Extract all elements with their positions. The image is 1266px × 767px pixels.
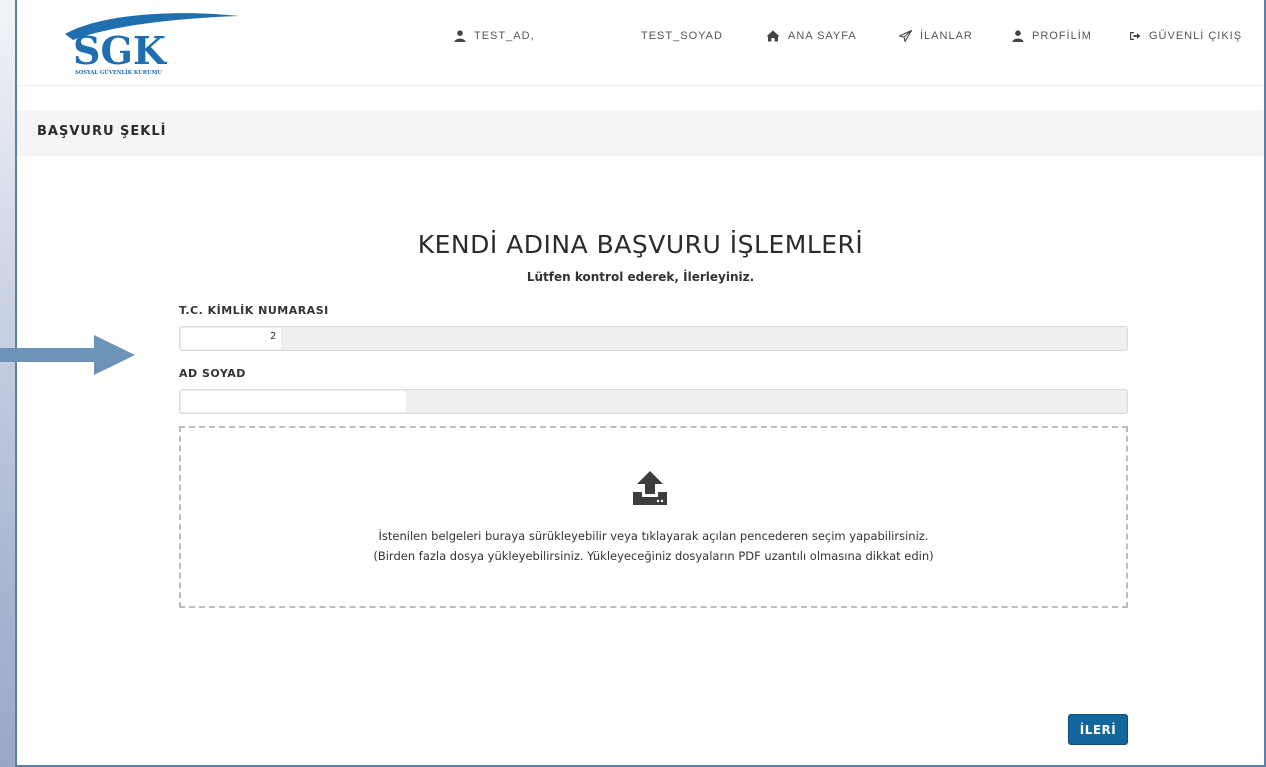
- arrow-right-icon: [0, 335, 135, 375]
- name-surname-field[interactable]: [179, 389, 1128, 414]
- nav-user-surname: TEST_SOYAD: [641, 30, 723, 42]
- nav-profile-label: PROFİLİM: [1032, 30, 1092, 42]
- tc-number-value: 2: [270, 331, 277, 342]
- top-header: SGK SOSYAL GÜVENLİK KURUMU TEST_AD, TEST…: [17, 0, 1264, 86]
- page-subtitle: Lütfen kontrol ederek, İlerleyiniz.: [526, 270, 755, 284]
- user-first-name: TEST_AD,: [474, 30, 535, 42]
- nav-profile[interactable]: PROFİLİM: [1012, 30, 1092, 42]
- dropzone-instructions: İstenilen belgeleri buraya sürükleyebili…: [378, 529, 929, 543]
- nav-ilanlar-label: İLANLAR: [920, 30, 973, 42]
- desktop-backdrop: [0, 0, 16, 767]
- file-dropzone[interactable]: İstenilen belgeleri buraya sürükleyebili…: [179, 426, 1128, 608]
- tc-number-label: T.C. KİMLİK NUMARASI: [179, 304, 329, 317]
- nav-ilanlar[interactable]: İLANLAR: [899, 30, 973, 42]
- nav-logout-label: GÜVENLİ ÇIKIŞ: [1149, 30, 1243, 42]
- page-title: KENDİ ADINA BAŞVURU İŞLEMLERİ: [417, 230, 864, 259]
- dropzone-note: (Birden fazla dosya yükleyebilirsiniz. Y…: [373, 549, 934, 563]
- user-icon: [1012, 30, 1024, 42]
- redacted-area: [181, 328, 281, 349]
- next-button[interactable]: İLERİ: [1068, 714, 1128, 745]
- upload-icon: [633, 471, 667, 505]
- paper-plane-icon: [899, 30, 912, 42]
- home-icon: [766, 30, 780, 42]
- sign-out-icon: [1130, 32, 1141, 40]
- nav-home[interactable]: ANA SAYFA: [766, 30, 857, 42]
- logo-subtext: SOSYAL GÜVENLİK KURUMU: [75, 69, 162, 76]
- redacted-area: [181, 391, 406, 412]
- section-title: BAŞVURU ŞEKLİ: [37, 124, 167, 139]
- tc-number-field[interactable]: 2: [179, 326, 1128, 351]
- section-bar: BAŞVURU ŞEKLİ: [17, 110, 1264, 156]
- nav-logout[interactable]: GÜVENLİ ÇIKIŞ: [1129, 30, 1242, 42]
- user-last-name: TEST_SOYAD: [641, 30, 723, 42]
- name-surname-label: AD SOYAD: [179, 367, 246, 380]
- browser-viewport: SGK SOSYAL GÜVENLİK KURUMU TEST_AD, TEST…: [15, 0, 1266, 767]
- nav-user-name: TEST_AD,: [454, 30, 535, 42]
- nav-home-label: ANA SAYFA: [788, 30, 857, 42]
- user-icon: [454, 30, 466, 42]
- main-nav: TEST_AD, TEST_SOYAD ANA SAYFA İLANLAR PR…: [17, 30, 1264, 50]
